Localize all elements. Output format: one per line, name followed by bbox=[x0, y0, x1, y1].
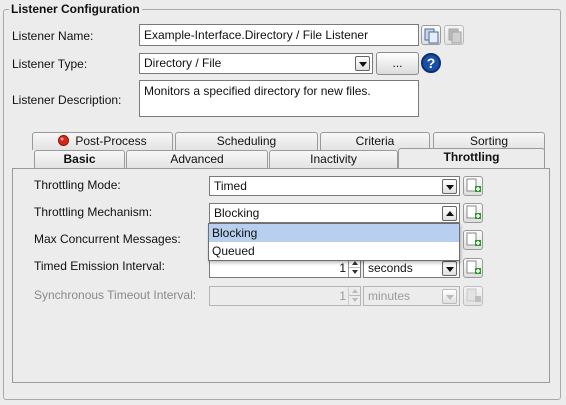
timed-emission-unit-select[interactable]: seconds bbox=[363, 258, 460, 278]
add-variable-icon bbox=[466, 232, 481, 246]
chevron-down-icon bbox=[442, 261, 457, 276]
chevron-up-icon bbox=[442, 206, 457, 221]
chevron-down-icon bbox=[355, 56, 370, 71]
tab-throttling[interactable]: Throttling bbox=[398, 148, 545, 168]
synchronous-timeout-interval-spinner[interactable]: 1 bbox=[209, 286, 361, 306]
listener-type-select[interactable]: Directory / File bbox=[139, 53, 373, 74]
throttling-mechanism-value: Blocking bbox=[214, 206, 260, 220]
add-variable-icon bbox=[466, 178, 481, 192]
dropdown-option-blocking[interactable]: Blocking bbox=[209, 224, 459, 242]
max-concurrent-add-button[interactable] bbox=[463, 230, 483, 250]
chevron-down-icon bbox=[442, 179, 457, 194]
error-indicator-icon bbox=[58, 135, 70, 146]
throttling-mode-add-button[interactable] bbox=[463, 176, 483, 196]
spinner-buttons[interactable] bbox=[348, 287, 360, 305]
copy-button[interactable] bbox=[421, 25, 441, 45]
synchronous-timeout-interval-label: Synchronous Timeout Interval: bbox=[34, 288, 197, 302]
throttling-mechanism-add-button[interactable] bbox=[463, 203, 483, 223]
paste-button[interactable] bbox=[444, 25, 464, 45]
help-icon[interactable]: ? bbox=[421, 53, 441, 73]
max-concurrent-messages-label: Max Concurrent Messages: bbox=[34, 232, 181, 246]
throttling-mechanism-dropdown-list: Blocking Queued bbox=[208, 223, 460, 261]
listener-type-label: Listener Type: bbox=[12, 57, 88, 71]
tab-basic[interactable]: Basic bbox=[34, 150, 125, 168]
browse-listener-type-button[interactable]: ... bbox=[376, 52, 419, 75]
timed-emission-interval-value: 1 bbox=[339, 261, 346, 275]
timed-emission-interval-label: Timed Emission Interval: bbox=[34, 259, 165, 273]
synchronous-timeout-add-button[interactable] bbox=[463, 286, 483, 306]
throttling-mode-select[interactable]: Timed bbox=[209, 176, 460, 196]
tab-inactivity[interactable]: Inactivity bbox=[269, 150, 398, 168]
dropdown-option-queued[interactable]: Queued bbox=[209, 242, 459, 260]
tab-advanced[interactable]: Advanced bbox=[126, 150, 268, 168]
tab-post-process-label: Post-Process bbox=[75, 134, 147, 148]
listener-name-label: Listener Name: bbox=[12, 29, 94, 43]
tab-scheduling[interactable]: Scheduling bbox=[175, 132, 318, 150]
copy-icon bbox=[424, 28, 439, 44]
listener-description-label: Listener Description: bbox=[12, 93, 122, 107]
section-title: Listener Configuration bbox=[9, 2, 142, 16]
listener-name-field[interactable]: Example-Interface.Directory / File Liste… bbox=[139, 24, 419, 46]
listener-type-value: Directory / File bbox=[144, 56, 222, 70]
throttling-mode-value: Timed bbox=[214, 179, 247, 193]
timed-emission-add-button[interactable] bbox=[463, 258, 483, 278]
chevron-down-icon bbox=[442, 289, 457, 304]
spinner-buttons[interactable] bbox=[348, 259, 360, 277]
add-variable-icon bbox=[466, 260, 481, 274]
throttling-mechanism-label: Throttling Mechanism: bbox=[34, 205, 153, 219]
timed-emission-interval-spinner[interactable]: 1 bbox=[209, 258, 361, 278]
synchronous-timeout-unit-value: minutes bbox=[368, 289, 411, 303]
add-variable-icon bbox=[466, 288, 481, 302]
synchronous-timeout-interval-value: 1 bbox=[339, 289, 346, 303]
listener-description-field[interactable]: Monitors a specified directory for new f… bbox=[139, 80, 419, 117]
tab-post-process[interactable]: Post-Process bbox=[32, 132, 173, 150]
timed-emission-unit-value: seconds bbox=[368, 261, 413, 275]
throttling-mechanism-select[interactable]: Blocking bbox=[209, 203, 460, 223]
add-variable-icon bbox=[466, 205, 481, 219]
synchronous-timeout-unit-select[interactable]: minutes bbox=[363, 286, 460, 306]
paste-icon bbox=[448, 28, 462, 44]
throttling-mode-label: Throttling Mode: bbox=[34, 178, 121, 192]
